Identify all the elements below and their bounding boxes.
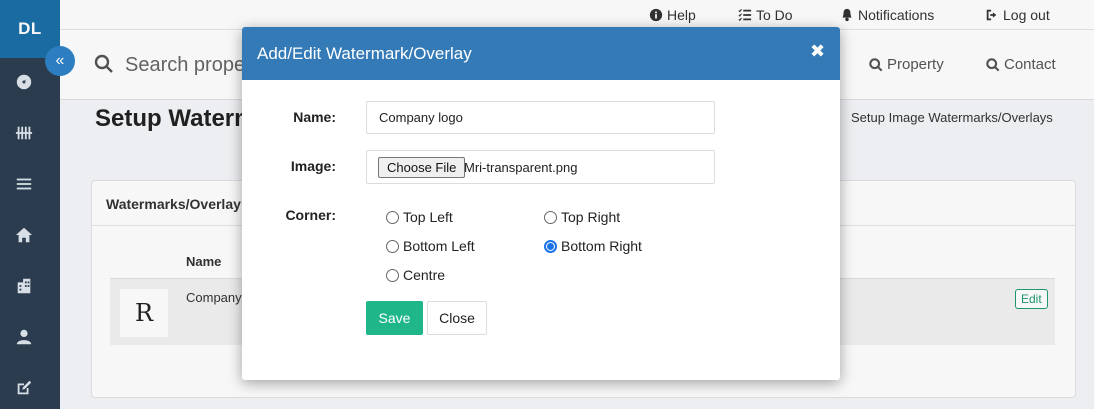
save-button[interactable]: Save [366, 301, 423, 335]
radio-label: Bottom Left [403, 238, 475, 254]
corner-radio-top-right[interactable]: Top Right [544, 209, 620, 225]
corner-radio-centre[interactable]: Centre [386, 267, 445, 283]
radio-circle[interactable] [386, 239, 399, 253]
radio-label: Top Left [403, 209, 453, 225]
image-label: Image: [290, 158, 336, 174]
name-label: Name: [293, 109, 336, 125]
radio-circle[interactable] [386, 268, 399, 282]
radio-circle[interactable] [386, 210, 399, 224]
modal-title: Add/Edit Watermark/Overlay [257, 44, 472, 63]
file-name: Mri-transparent.png [464, 160, 578, 175]
radio-circle-checked[interactable] [544, 239, 557, 253]
name-input[interactable] [366, 101, 715, 134]
close-button[interactable]: Close [427, 301, 487, 335]
watermark-modal: Add/Edit Watermark/Overlay ✖ Name: Image… [242, 27, 840, 380]
corner-radio-top-left[interactable]: Top Left [386, 209, 453, 225]
radio-label: Bottom Right [561, 238, 642, 254]
close-icon[interactable]: ✖ [810, 41, 825, 62]
radio-circle[interactable] [544, 210, 557, 224]
corner-radio-bottom-left[interactable]: Bottom Left [386, 238, 475, 254]
radio-label: Top Right [561, 209, 621, 225]
image-file-field: Choose File Mri-transparent.png [366, 150, 715, 184]
radio-label: Centre [403, 267, 446, 283]
corner-radio-bottom-right[interactable]: Bottom Right [544, 238, 642, 254]
modal-header: Add/Edit Watermark/Overlay ✖ [242, 27, 840, 80]
corner-label: Corner: [285, 207, 336, 223]
choose-file-button[interactable]: Choose File [378, 157, 466, 178]
